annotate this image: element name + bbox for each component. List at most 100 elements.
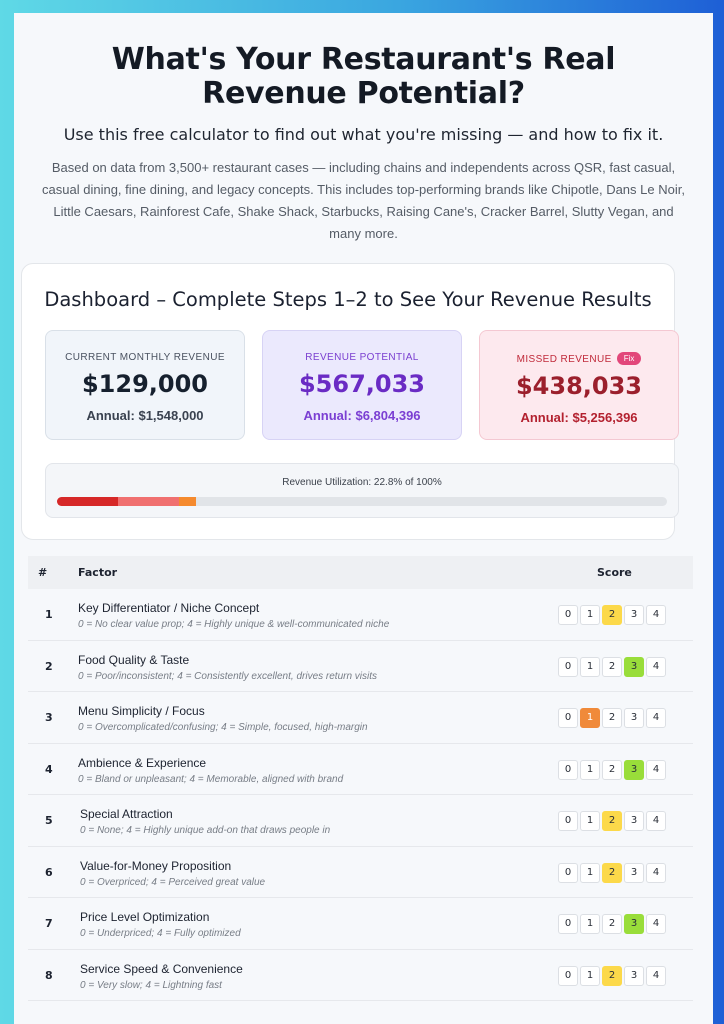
factor-description: 0 = Overpriced; 4 = Perceived great valu… xyxy=(80,876,266,888)
missed-revenue-header: MISSED REVENUE Fix xyxy=(480,352,678,365)
score-option-2[interactable]: 2 xyxy=(602,708,622,728)
revenue-potential-card: REVENUE POTENTIAL $567,033 Annual: $6,80… xyxy=(262,330,462,440)
factor-name: Ambience & Experience xyxy=(78,755,207,770)
score-option-3[interactable]: 3 xyxy=(624,811,644,831)
page-description: Based on data from 3,500+ restaurant cas… xyxy=(42,160,685,241)
score-option-0[interactable]: 0 xyxy=(558,708,578,728)
score-option-2[interactable]: 2 xyxy=(602,759,622,780)
score-option-4[interactable]: 4 xyxy=(646,605,666,625)
score-option-1[interactable]: 1 xyxy=(580,811,600,831)
missed-revenue-label: MISSED REVENUE xyxy=(516,354,612,365)
score-option-3[interactable]: 3 xyxy=(624,656,644,677)
revenue-utilization-bar xyxy=(57,497,667,506)
revenue-utilization-label: Revenue Utilization: 22.8% of 100% xyxy=(282,477,442,488)
missed-revenue-value: $438,033 xyxy=(515,372,642,400)
table-row: 3 Menu Simplicity / Focus 0 = Overcomplica… xyxy=(28,692,693,744)
table-row: 6 Value-for-Money Proposition 0 = Overpric… xyxy=(28,846,693,898)
score-option-0[interactable]: 0 xyxy=(558,811,578,831)
score-option-3[interactable]: 3 xyxy=(624,759,644,780)
fix-badge-button[interactable]: Fix xyxy=(616,352,642,365)
score-option-3[interactable]: 3 xyxy=(624,914,644,934)
score-option-2[interactable]: 2 xyxy=(602,862,622,883)
row-number: 6 xyxy=(45,865,53,879)
row-number: 1 xyxy=(45,608,53,621)
table-row: 5 Special Attraction 0 = None; 4 = Highly … xyxy=(28,795,693,847)
score-option-2[interactable]: 2 xyxy=(602,656,622,677)
revenue-potential-label: REVENUE POTENTIAL xyxy=(305,352,419,363)
page-subtitle: Use this free calculator to find out wha… xyxy=(63,125,664,144)
row-number: 7 xyxy=(45,917,53,930)
table-row: 1 Key Differentiator / Niche Concept 0 = N… xyxy=(28,589,693,641)
missed-revenue-card: MISSED REVENUE Fix $438,033 Annual: $5,25… xyxy=(479,330,679,440)
utilization-segment-1 xyxy=(57,497,118,506)
score-option-3[interactable]: 3 xyxy=(624,605,644,625)
row-number: 3 xyxy=(45,711,53,724)
score-option-0[interactable]: 0 xyxy=(558,656,578,677)
score-option-4[interactable]: 4 xyxy=(646,811,666,831)
score-option-4[interactable]: 4 xyxy=(646,862,666,883)
utilization-segment-2 xyxy=(118,497,179,506)
missed-revenue-annual: Annual: $5,256,396 xyxy=(520,410,638,425)
page: What's Your Restaurant's Real Revenue Po… xyxy=(14,13,713,1024)
hero-section: What's Your Restaurant's Real Revenue Po… xyxy=(14,13,713,245)
header-factor: Factor xyxy=(78,566,118,579)
dashboard-panel: Dashboard – Complete Steps 1–2 to See Yo… xyxy=(21,263,679,540)
dashboard-title: Dashboard – Complete Steps 1–2 to See Yo… xyxy=(44,288,652,311)
page-title: What's Your Restaurant's Real Revenue Po… xyxy=(111,42,616,111)
score-option-0[interactable]: 0 xyxy=(558,759,578,780)
factor-table: # Factor Score 1 Key Differentiator / Nic… xyxy=(28,556,693,1001)
table-row: 8 Service Speed & Convenience 0 = Very slo… xyxy=(28,949,693,1001)
factor-name: Value-for-Money Proposition xyxy=(80,858,232,873)
score-option-1[interactable]: 1 xyxy=(580,708,600,728)
score-option-3[interactable]: 3 xyxy=(624,965,644,986)
revenue-utilization-panel: Revenue Utilization: 22.8% of 100% xyxy=(45,463,679,518)
factor-description: 0 = No clear value prop; 4 = Highly uniq… xyxy=(78,619,390,630)
score-option-2[interactable]: 2 xyxy=(602,605,622,625)
revenue-potential-value: $567,033 xyxy=(298,370,425,398)
header-score: Score xyxy=(597,566,632,579)
factor-description: 0 = Overcomplicated/confusing; 4 = Simpl… xyxy=(78,722,368,733)
factor-description: 0 = Very slow; 4 = Lightning fast xyxy=(80,979,222,991)
current-revenue-label: CURRENT MONTHLY REVENUE xyxy=(65,352,225,363)
table-body: 1 Key Differentiator / Niche Concept 0 = N… xyxy=(28,589,693,1001)
score-option-1[interactable]: 1 xyxy=(580,862,600,883)
score-option-2[interactable]: 2 xyxy=(602,811,622,831)
current-revenue-card: CURRENT MONTHLY REVENUE $129,000 Annual:… xyxy=(45,330,245,440)
score-option-2[interactable]: 2 xyxy=(602,914,622,934)
factor-name: Special Attraction xyxy=(80,807,173,821)
score-option-1[interactable]: 1 xyxy=(580,759,600,780)
score-option-0[interactable]: 0 xyxy=(558,965,578,986)
score-option-4[interactable]: 4 xyxy=(646,759,666,780)
row-number: 2 xyxy=(45,659,53,673)
score-option-0[interactable]: 0 xyxy=(558,914,578,934)
table-row: 2 Food Quality & Taste 0 = Poor/inconsiste… xyxy=(28,640,693,692)
row-number: 8 xyxy=(45,968,53,982)
score-option-2[interactable]: 2 xyxy=(602,965,622,986)
score-option-4[interactable]: 4 xyxy=(646,965,666,986)
current-revenue-annual: Annual: $1,548,000 xyxy=(86,408,204,423)
factor-name: Key Differentiator / Niche Concept xyxy=(78,601,260,615)
factor-name: Price Level Optimization xyxy=(80,910,210,924)
utilization-segment-3 xyxy=(179,497,197,506)
score-option-4[interactable]: 4 xyxy=(646,914,666,934)
score-option-1[interactable]: 1 xyxy=(580,605,600,625)
score-option-4[interactable]: 4 xyxy=(646,656,666,677)
score-option-1[interactable]: 1 xyxy=(580,914,600,934)
score-option-4[interactable]: 4 xyxy=(646,708,666,728)
score-option-1[interactable]: 1 xyxy=(580,965,600,986)
table-row: 4 Ambience & Experience 0 = Bland or unple… xyxy=(28,743,693,795)
score-option-3[interactable]: 3 xyxy=(624,862,644,883)
score-option-0[interactable]: 0 xyxy=(558,862,578,883)
score-option-1[interactable]: 1 xyxy=(580,656,600,677)
header-num: # xyxy=(38,566,48,579)
factor-name: Food Quality & Taste xyxy=(78,652,190,667)
factor-description: 0 = Bland or unpleasant; 4 = Memorable, … xyxy=(78,773,344,785)
revenue-potential-annual: Annual: $6,804,396 xyxy=(303,408,421,423)
table-header: # Factor Score xyxy=(28,556,693,589)
current-revenue-value: $129,000 xyxy=(81,370,208,398)
score-option-0[interactable]: 0 xyxy=(558,605,578,625)
factor-description: 0 = Underpriced; 4 = Fully optimized xyxy=(80,928,241,939)
score-option-3[interactable]: 3 xyxy=(624,708,644,728)
revenue-cards: CURRENT MONTHLY REVENUE $129,000 Annual:… xyxy=(45,330,679,440)
row-number: 5 xyxy=(45,814,53,827)
